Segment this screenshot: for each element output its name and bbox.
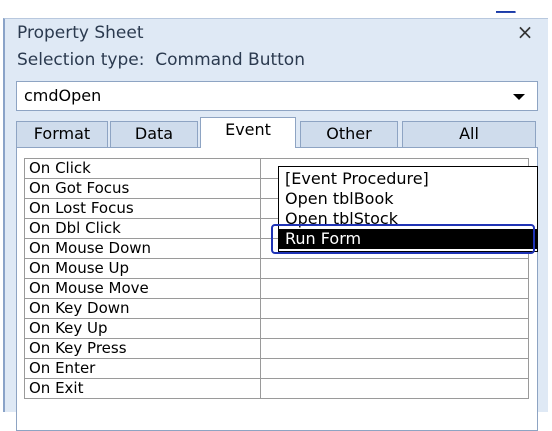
table-row[interactable]: On Mouse Move bbox=[23, 278, 529, 299]
property-value[interactable] bbox=[260, 358, 529, 379]
property-value[interactable] bbox=[260, 298, 529, 319]
property-name: On Key Up bbox=[23, 318, 262, 339]
property-name: On Exit bbox=[23, 378, 262, 399]
property-value[interactable] bbox=[260, 338, 529, 359]
property-name: On Got Focus bbox=[23, 178, 262, 199]
property-value[interactable] bbox=[260, 258, 529, 279]
top-strip: ___ bbox=[0, 0, 552, 18]
panel-title: Property Sheet bbox=[17, 23, 144, 43]
tab-event[interactable]: Event bbox=[200, 117, 296, 148]
tab-strip: Format Data Event Other All bbox=[16, 117, 538, 148]
property-name: On Enter bbox=[23, 358, 262, 379]
dropdown-item[interactable]: Open tblBook bbox=[279, 189, 537, 209]
property-name: On Key Press bbox=[23, 338, 262, 359]
property-name: On Mouse Up bbox=[23, 258, 262, 279]
property-name: On Key Down bbox=[23, 298, 262, 319]
partial-link[interactable]: ___ bbox=[496, 0, 526, 14]
property-name: On Lost Focus bbox=[23, 198, 262, 219]
tab-data[interactable]: Data bbox=[110, 121, 198, 147]
close-icon[interactable]: × bbox=[514, 22, 536, 42]
property-name: On Mouse Down bbox=[23, 238, 262, 259]
table-row[interactable]: On Key Down bbox=[23, 298, 529, 319]
dropdown-item-selected[interactable]: Run Form bbox=[279, 229, 537, 249]
property-name: On Click bbox=[23, 158, 262, 179]
dropdown-item[interactable]: Open tblStock bbox=[279, 209, 537, 229]
table-row[interactable]: On Enter bbox=[23, 358, 529, 379]
tab-other[interactable]: Other bbox=[300, 121, 398, 147]
property-value[interactable] bbox=[260, 318, 529, 339]
tab-format[interactable]: Format bbox=[16, 121, 108, 147]
table-row[interactable]: On Mouse Up bbox=[23, 258, 529, 279]
table-row[interactable]: On Key Up bbox=[23, 318, 529, 339]
property-name: On Mouse Move bbox=[23, 278, 262, 299]
dropdown-item[interactable]: [Event Procedure] bbox=[279, 169, 537, 189]
selection-type-label: Selection type: Command Button bbox=[17, 50, 305, 70]
property-value[interactable] bbox=[260, 378, 529, 399]
event-dropdown-list: [Event Procedure] Open tblBook Open tblS… bbox=[278, 166, 538, 252]
object-selector-value: cmdOpen bbox=[24, 86, 102, 105]
property-value[interactable] bbox=[260, 278, 529, 299]
table-row[interactable]: On Key Press bbox=[23, 338, 529, 359]
table-row[interactable]: On Exit bbox=[23, 378, 529, 399]
object-selector-combo[interactable]: cmdOpen bbox=[16, 81, 538, 111]
chevron-down-icon[interactable] bbox=[513, 94, 525, 100]
tab-all[interactable]: All bbox=[402, 121, 536, 147]
property-name: On Dbl Click bbox=[23, 218, 262, 239]
